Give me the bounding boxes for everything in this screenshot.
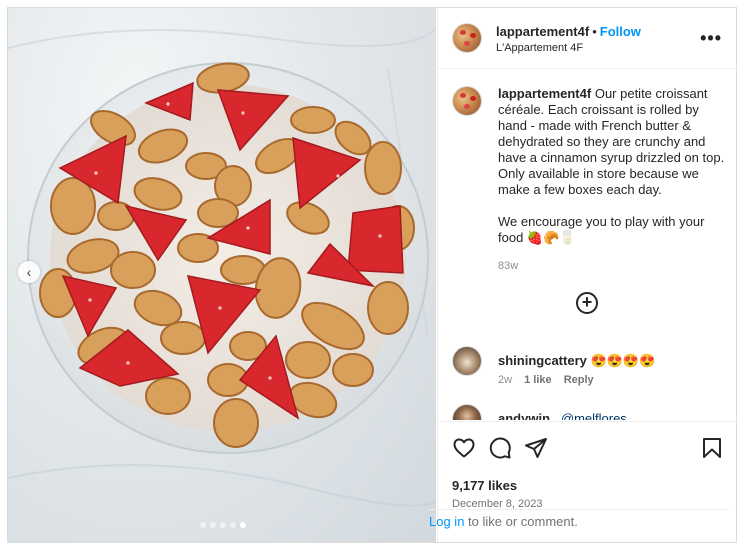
- avatar[interactable]: [452, 86, 482, 116]
- login-prompt-text: to like or comment.: [464, 514, 578, 529]
- chevron-left-icon: ‹: [26, 264, 32, 280]
- cereal-bowl-image: [8, 27, 436, 507]
- carousel-dot: [210, 522, 216, 528]
- caption-username[interactable]: lappartement4f: [498, 86, 591, 101]
- comment-time: 2w: [498, 374, 513, 386]
- location-link[interactable]: L'Appartement 4F: [496, 42, 583, 54]
- bookmark-icon[interactable]: [700, 436, 724, 460]
- carousel-indicator: [200, 522, 246, 528]
- comment-username[interactable]: andywin_: [498, 411, 557, 420]
- comment-text: 😍😍😍😍: [590, 353, 656, 368]
- login-link[interactable]: Log in: [429, 514, 464, 529]
- carousel-dot: [230, 522, 236, 528]
- avatar[interactable]: [452, 346, 482, 376]
- comment-username[interactable]: shiningcattery: [498, 353, 587, 368]
- post-dialog: ‹ lappartement4f • Follow L'Appartement 4F…: [7, 7, 738, 543]
- post-header: lappartement4f • Follow L'Appartement 4F •…: [438, 8, 738, 69]
- like-count[interactable]: 9,177 likes: [452, 478, 517, 493]
- comment-item: shiningcattery 😍😍😍😍 2w 1 like Reply: [438, 346, 738, 396]
- comment-item: andywin_ @melflores: [438, 404, 738, 420]
- carousel-dot: [220, 522, 226, 528]
- paper-plane-icon[interactable]: [524, 436, 548, 460]
- post-caption: lappartement4f Our petite croissant céré…: [498, 86, 726, 246]
- username-link[interactable]: lappartement4f: [496, 24, 589, 39]
- follow-button[interactable]: Follow: [600, 24, 641, 39]
- avatar[interactable]: [452, 404, 482, 420]
- login-prompt: Log in to like or comment.: [429, 509, 729, 534]
- carousel-dot: [240, 522, 246, 528]
- separator-dot: •: [592, 24, 597, 39]
- comment-like-count[interactable]: 1 like: [524, 374, 552, 386]
- more-horizontal-icon[interactable]: •••: [700, 28, 722, 49]
- comment-mention-link[interactable]: @melflores: [561, 411, 627, 420]
- post-photo[interactable]: ‹: [8, 8, 436, 542]
- caption-timestamp: 83w: [498, 260, 519, 272]
- comments-section: lappartement4f Our petite croissant céré…: [438, 70, 738, 420]
- plus-circle-icon[interactable]: +: [576, 292, 598, 314]
- reply-button[interactable]: Reply: [564, 374, 594, 386]
- carousel-prev-button[interactable]: ‹: [18, 261, 40, 283]
- comment-bubble-icon[interactable]: [488, 436, 512, 460]
- heart-icon[interactable]: [452, 436, 476, 460]
- post-side-panel: lappartement4f • Follow L'Appartement 4F •…: [437, 8, 738, 542]
- caption-text: Our petite croissant céréale. Each crois…: [498, 86, 725, 245]
- carousel-dot: [200, 522, 206, 528]
- avatar[interactable]: [452, 23, 482, 53]
